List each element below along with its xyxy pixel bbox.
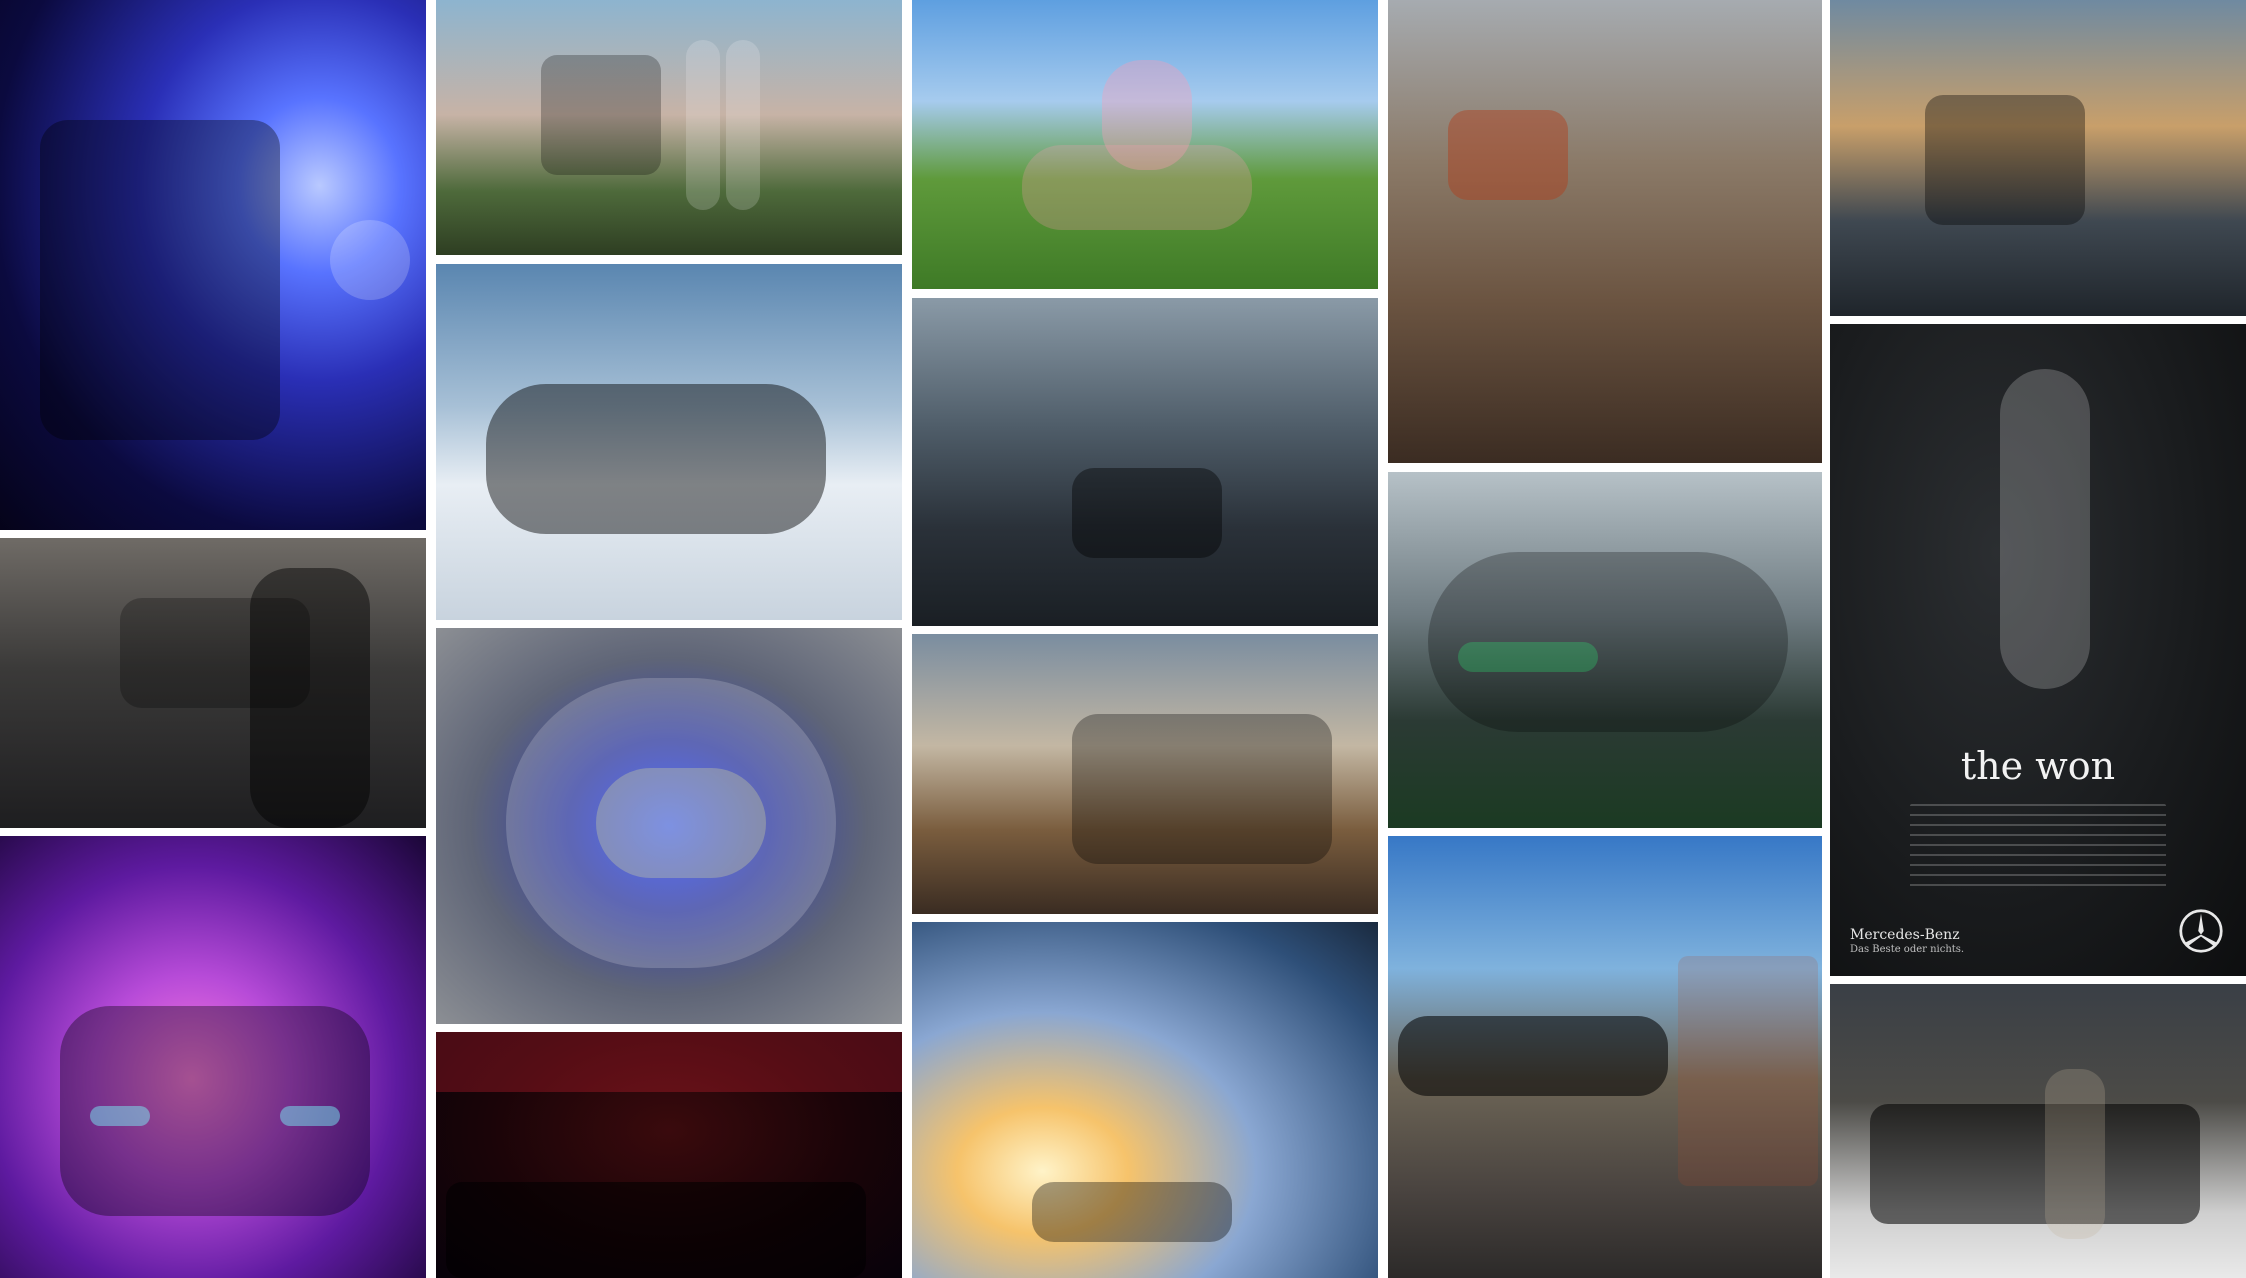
image-gallery: the won Mercedes-Benz Das Beste oder nic… (0, 0, 2246, 1278)
ad-brand-name: Mercedes-Benz (1850, 927, 1960, 944)
ad-body-copy (1910, 804, 2166, 894)
gallery-image-2[interactable] (0, 538, 426, 828)
gallery-image-10[interactable] (912, 634, 1378, 914)
gallery-image-1[interactable] (0, 0, 426, 530)
gallery-image-3[interactable] (0, 836, 426, 1278)
gallery-image-8[interactable] (912, 0, 1378, 289)
gallery-image-6[interactable] (436, 628, 902, 1024)
ad-headline: the won (1960, 744, 2116, 788)
gallery-image-9[interactable] (912, 298, 1378, 626)
gallery-image-14[interactable] (1388, 836, 1822, 1278)
ad-brand-block: Mercedes-Benz Das Beste oder nichts. (1850, 927, 1964, 956)
gallery-image-16-mercedes-ad[interactable]: the won Mercedes-Benz Das Beste oder nic… (1830, 324, 2246, 976)
gallery-image-12[interactable] (1388, 0, 1822, 463)
ad-tagline: Das Beste oder nichts. (1850, 944, 1965, 955)
mercedes-star-icon (2179, 909, 2223, 953)
gallery-image-11[interactable] (912, 922, 1378, 1278)
gallery-image-4[interactable] (436, 0, 902, 255)
gallery-image-13[interactable] (1388, 472, 1822, 828)
gallery-image-7[interactable] (436, 1032, 902, 1278)
gallery-image-15[interactable] (1830, 0, 2246, 316)
gallery-image-17[interactable] (1830, 984, 2246, 1278)
gallery-image-5[interactable] (436, 264, 902, 620)
